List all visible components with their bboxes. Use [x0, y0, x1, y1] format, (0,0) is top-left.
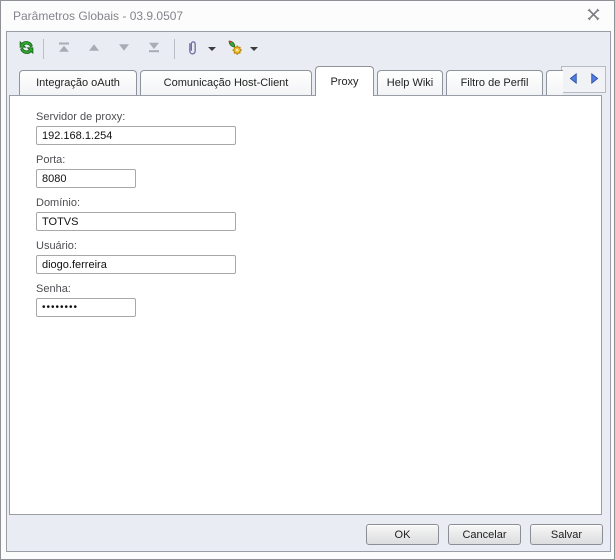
proxy-server-input[interactable]	[36, 126, 236, 145]
dialog-window: Parâmetros Globais - 03.9.0507 Integraçã…	[0, 0, 615, 560]
refresh-icon	[18, 39, 35, 59]
toolbar	[7, 32, 610, 65]
user-input[interactable]	[36, 255, 236, 274]
form-group-password: Senha:	[36, 283, 601, 317]
tab-proxy[interactable]: Proxy	[315, 66, 374, 96]
refresh-button[interactable]	[14, 37, 38, 61]
domain-input[interactable]	[36, 212, 236, 231]
password-label: Senha:	[36, 283, 71, 295]
close-button[interactable]	[584, 7, 602, 25]
next-record-button[interactable]	[112, 37, 136, 61]
password-input[interactable]	[36, 298, 136, 317]
close-icon	[587, 8, 600, 24]
first-record-button[interactable]	[52, 37, 76, 61]
tab-scroll-buttons	[561, 66, 606, 93]
tab-label: Proxy	[330, 75, 359, 88]
user-label: Usuário:	[36, 240, 77, 252]
tab-label: Filtro de Perfil	[460, 77, 529, 89]
port-label: Porta:	[36, 154, 66, 166]
tab-help-wiki[interactable]: Help Wiki	[377, 70, 443, 95]
save-button[interactable]: Salvar	[530, 524, 603, 545]
tab-label: Comunicação Host-Client	[163, 77, 289, 89]
last-record-button[interactable]	[142, 37, 166, 61]
ok-button[interactable]: OK	[366, 524, 439, 545]
domain-label: Domínio:	[36, 197, 81, 209]
attachments-button[interactable]	[180, 37, 204, 61]
main-panel: Integração oAuth Comunicação Host-Client…	[6, 31, 611, 552]
footer-button-bar: OK Cancelar Salvar	[366, 524, 603, 545]
proxy-tab-page: Servidor de proxy: Porta: Domínio: Usuár…	[9, 95, 602, 515]
last-record-icon	[148, 42, 160, 56]
process-icon	[226, 39, 243, 59]
form-group-user: Usuário:	[36, 240, 601, 274]
tab-comunicacao-host-client[interactable]: Comunicação Host-Client	[140, 70, 312, 95]
attachment-icon	[184, 39, 201, 59]
toolbar-separator	[43, 38, 44, 59]
tab-scroll-left-button[interactable]	[566, 72, 580, 87]
form-group-proxy-server: Servidor de proxy:	[36, 111, 601, 145]
arrow-right-icon	[589, 72, 600, 87]
proxy-server-label: Servidor de proxy:	[36, 111, 126, 123]
tab-bar: Integração oAuth Comunicação Host-Client…	[8, 66, 609, 96]
previous-record-icon	[88, 42, 100, 56]
cancel-button[interactable]: Cancelar	[448, 524, 521, 545]
record-navigation-group	[52, 37, 166, 61]
form-group-port: Porta:	[36, 154, 601, 188]
tab-scroll-right-button[interactable]	[587, 72, 601, 87]
port-input[interactable]	[36, 169, 136, 188]
previous-record-button[interactable]	[82, 37, 106, 61]
tab-filtro-de-perfil[interactable]: Filtro de Perfil	[446, 70, 543, 95]
tab-label: Integração oAuth	[36, 77, 120, 89]
first-record-icon	[58, 42, 70, 56]
form-group-domain: Domínio:	[36, 197, 601, 231]
toolbar-separator	[174, 38, 175, 59]
window-title: Parâmetros Globais - 03.9.0507	[13, 8, 184, 23]
tab-label: Help Wiki	[386, 77, 434, 89]
arrow-left-icon	[568, 72, 579, 87]
process-dropdown-caret-icon[interactable]	[250, 46, 258, 51]
title-bar: Parâmetros Globais - 03.9.0507	[1, 1, 614, 30]
next-record-icon	[118, 42, 130, 56]
tab-overflow-partial[interactable]	[546, 70, 563, 95]
tab-integracao-oauth[interactable]: Integração oAuth	[19, 70, 137, 95]
attachments-dropdown-caret-icon[interactable]	[208, 46, 216, 51]
process-button[interactable]	[222, 37, 246, 61]
